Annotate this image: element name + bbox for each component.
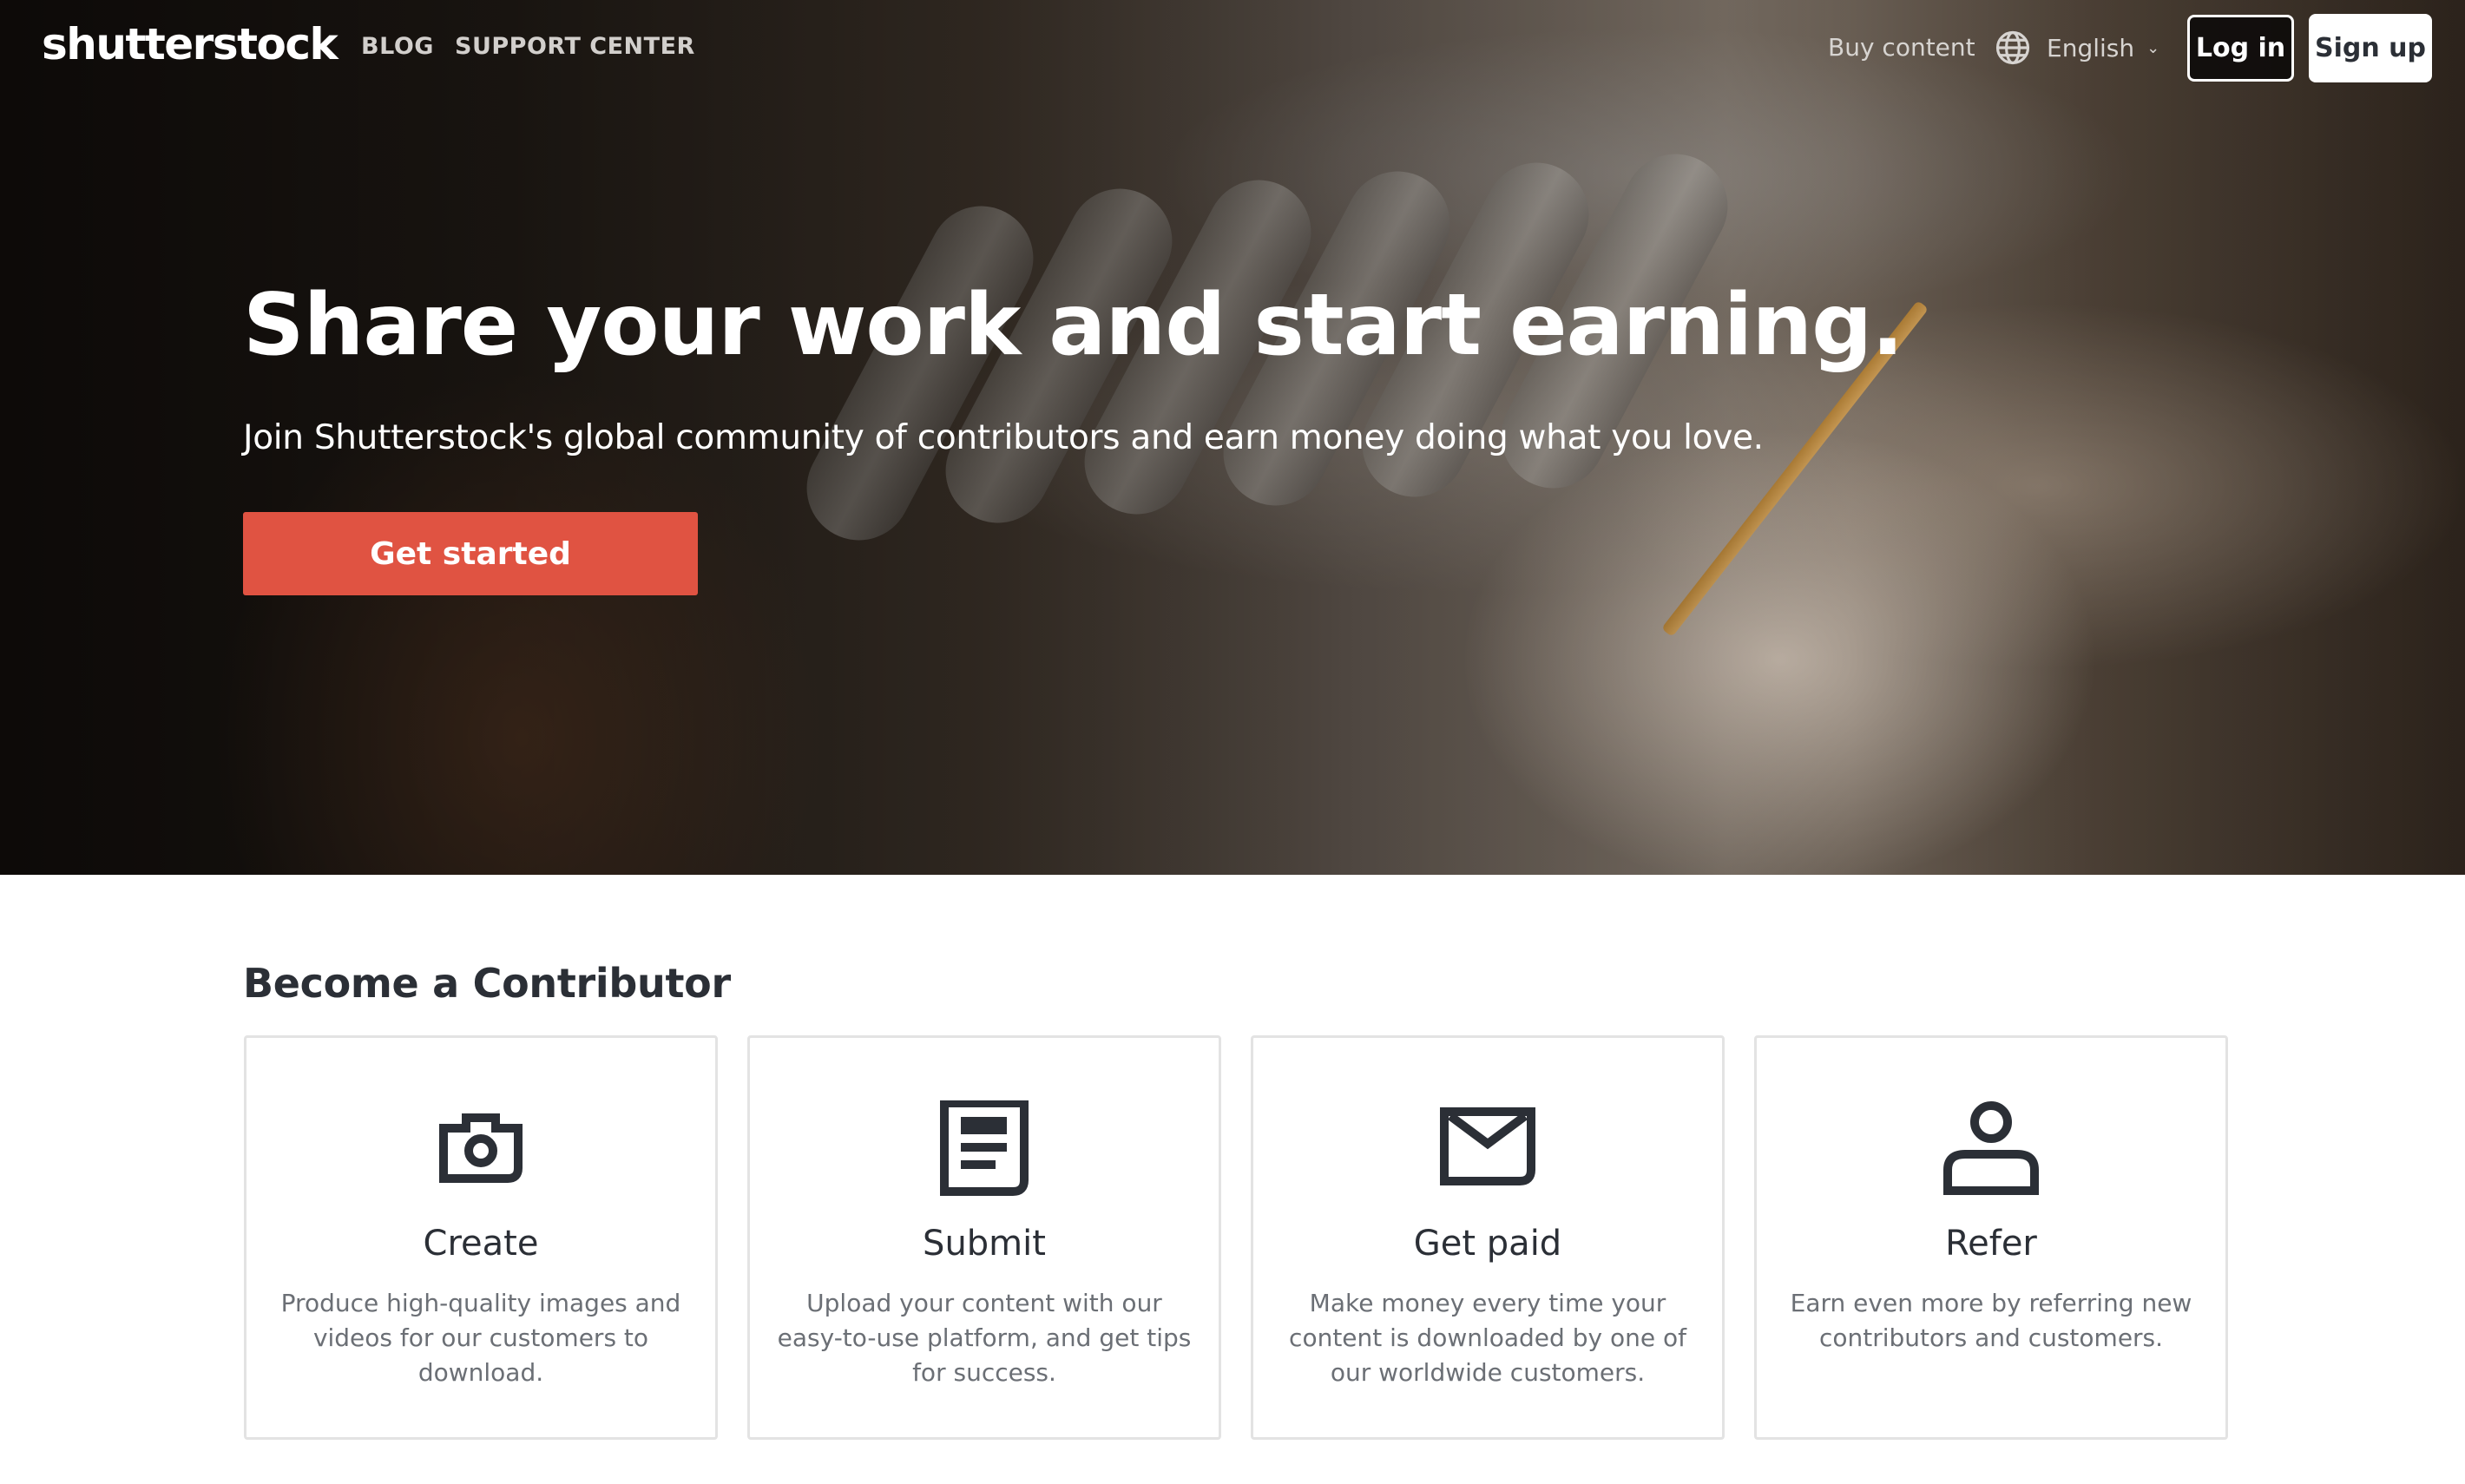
card-title: Create <box>423 1224 539 1264</box>
person-icon <box>1943 1101 2039 1195</box>
nav-link-support-center[interactable]: SUPPORT CENTER <box>455 33 695 60</box>
contributor-steps: Create Produce high-quality images and v… <box>244 1035 2230 1440</box>
buy-content-link[interactable]: Buy content <box>1828 33 1975 62</box>
card-get-paid: Get paid Make money every time your cont… <box>1251 1035 1725 1440</box>
card-description: Earn even more by referring new contribu… <box>1790 1289 2192 1352</box>
hero-title: Share your work and start earning. <box>243 276 1904 375</box>
signup-button[interactable]: Sign up <box>2309 14 2432 82</box>
card-submit: Submit Upload your content with our easy… <box>747 1035 1221 1440</box>
card-title: Submit <box>923 1224 1046 1264</box>
section-title: Become a Contributor <box>243 960 731 1007</box>
card-description: Make money every time your content is do… <box>1289 1289 1686 1387</box>
shutterstock-logo[interactable]: shutterstock <box>42 19 339 69</box>
envelope-icon <box>1440 1107 1535 1185</box>
nav-link-blog[interactable]: BLOG <box>361 33 434 60</box>
card-refer: Refer Earn even more by referring new co… <box>1754 1035 2228 1440</box>
hero-subtitle: Join Shutterstock's global community of … <box>243 418 1764 457</box>
card-description: Produce high-quality images and videos f… <box>280 1289 681 1387</box>
top-navigation: shutterstock BLOG SUPPORT CENTER Buy con… <box>0 0 2465 95</box>
card-title: Get paid <box>1413 1224 1562 1264</box>
card-title: Refer <box>1945 1224 2037 1264</box>
globe-icon <box>1995 30 2030 65</box>
language-selector[interactable]: English ⌄ <box>1995 30 2159 66</box>
card-description: Upload your content with our easy-to-use… <box>777 1289 1192 1387</box>
language-label: English <box>2047 33 2135 62</box>
login-button[interactable]: Log in <box>2187 15 2294 82</box>
hero-background-image <box>781 135 1996 559</box>
document-icon <box>940 1100 1029 1196</box>
card-create: Create Produce high-quality images and v… <box>244 1035 718 1440</box>
get-started-button[interactable]: Get started <box>243 512 698 595</box>
camera-icon <box>439 1113 523 1183</box>
chevron-down-icon: ⌄ <box>2146 38 2160 57</box>
